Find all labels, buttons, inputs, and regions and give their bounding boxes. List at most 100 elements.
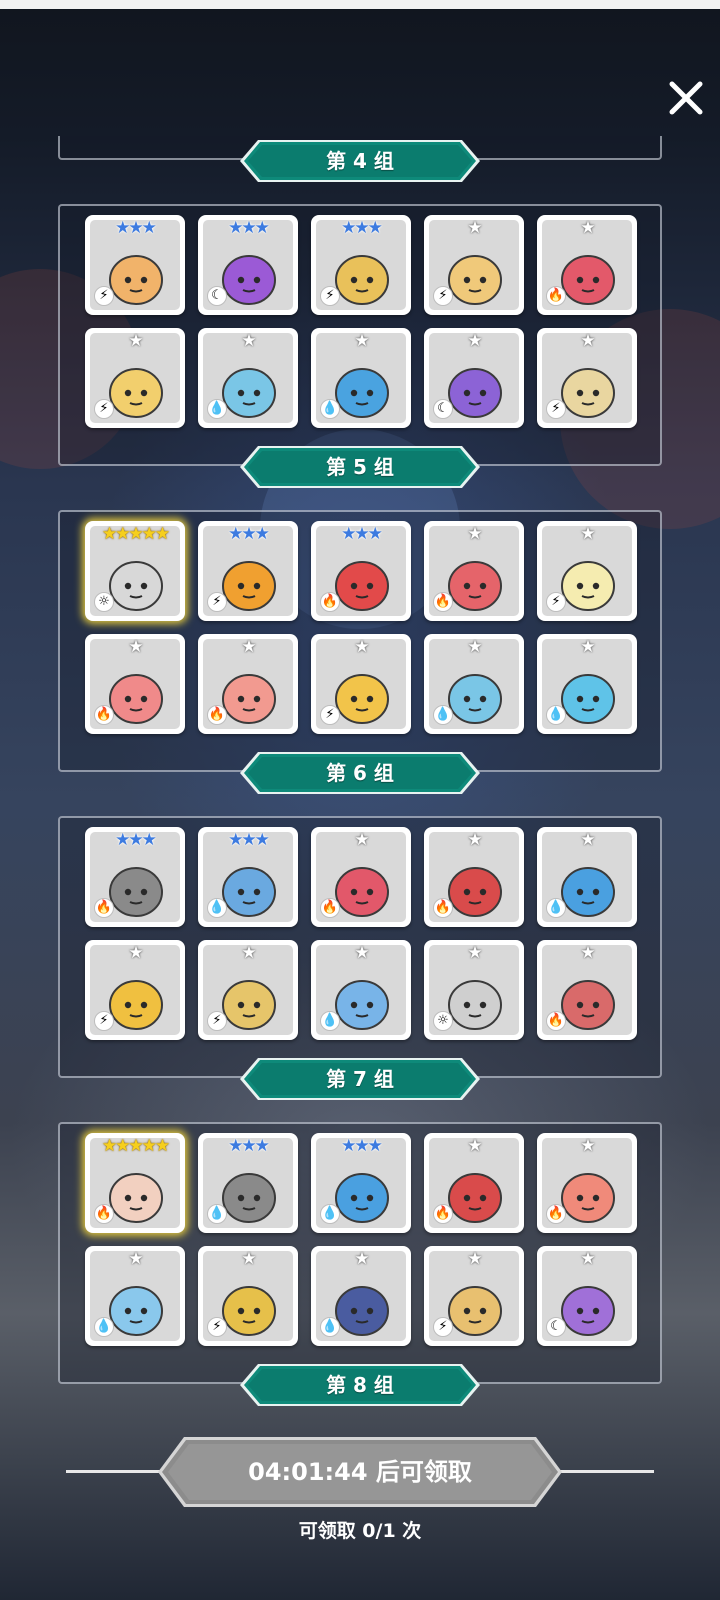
hero-card[interactable]: ★ 💧 bbox=[85, 1246, 185, 1346]
hero-card[interactable]: ★ ⚡ bbox=[85, 328, 185, 428]
hero-card[interactable]: ★ 💧 bbox=[198, 328, 298, 428]
hero-card[interactable]: ★ ⚡ bbox=[311, 634, 411, 734]
star-rating: ★ bbox=[580, 639, 595, 657]
hero-card[interactable]: ★ 💧 bbox=[311, 1246, 411, 1346]
hero-card[interactable]: ★ ☾ bbox=[537, 1246, 637, 1346]
water-element-icon: 💧 bbox=[320, 1011, 340, 1031]
fire-element-icon: 🔥 bbox=[320, 592, 340, 612]
hero-card[interactable]: ★ ⚡ bbox=[198, 940, 298, 1040]
star-rating: ★ bbox=[354, 1251, 369, 1269]
star-rating: ★ bbox=[128, 333, 143, 351]
star-rating: ★ bbox=[128, 1251, 143, 1269]
hero-card[interactable]: ★ 🔥 bbox=[424, 1133, 524, 1233]
star-rating: ★★★★★ bbox=[101, 526, 170, 544]
star-rating: ★ bbox=[467, 639, 482, 657]
lightning-element-icon: ⚡ bbox=[94, 1011, 114, 1031]
water-element-icon: 💧 bbox=[207, 399, 227, 419]
group-banner: 第 5 组 bbox=[240, 446, 480, 488]
hero-card[interactable]: ★ 🔥 bbox=[198, 634, 298, 734]
hero-portrait: ★ 💧 bbox=[203, 333, 293, 423]
hero-grid: ★★★ ⚡ ★★★ ☾ ★★★ ⚡ ★ ⚡ ★ 🔥 ★ ⚡ ★ 💧 ★ 💧 ★ ☾ ★ ⚡ bbox=[85, 215, 637, 428]
fire-element-icon: 🔥 bbox=[433, 592, 453, 612]
group-panel: ★★★ 🔥 ★★★ 💧 ★ 🔥 ★ 🔥 ★ 💧 ★ ⚡ ★ ⚡ ★ 💧 ★ ☼ ★ 🔥 bbox=[58, 816, 662, 1078]
star-rating: ★ bbox=[354, 945, 369, 963]
fire-element-icon: 🔥 bbox=[320, 898, 340, 918]
hero-portrait: ★ ⚡ bbox=[429, 1251, 519, 1341]
hero-portrait: ★ ⚡ bbox=[542, 526, 632, 616]
star-rating: ★ bbox=[241, 1251, 256, 1269]
group-banner: 第 8 组 bbox=[240, 1364, 480, 1406]
hero-portrait: ★★★ 🔥 bbox=[90, 832, 180, 922]
hero-portrait: ★ 🔥 bbox=[542, 1138, 632, 1228]
hero-card[interactable]: ★★★ 💧 bbox=[198, 827, 298, 927]
star-rating: ★ bbox=[467, 1251, 482, 1269]
hero-card[interactable]: ★ 💧 bbox=[311, 328, 411, 428]
hero-card[interactable]: ★★★ ⚡ bbox=[311, 215, 411, 315]
hero-card[interactable]: ★ 🔥 bbox=[85, 634, 185, 734]
hero-portrait: ★★★ 💧 bbox=[316, 1138, 406, 1228]
water-element-icon: 💧 bbox=[207, 1204, 227, 1224]
hero-portrait: ★ 🔥 bbox=[429, 526, 519, 616]
hero-portrait: ★ 💧 bbox=[542, 639, 632, 729]
star-rating: ★ bbox=[580, 333, 595, 351]
close-button[interactable] bbox=[664, 76, 708, 120]
hero-card[interactable]: ★ ⚡ bbox=[537, 521, 637, 621]
hero-card[interactable]: ★ ⚡ bbox=[85, 940, 185, 1040]
claim-button[interactable]: 04:01:44 后可领取 bbox=[158, 1437, 562, 1507]
hero-card[interactable]: ★ 💧 bbox=[537, 827, 637, 927]
hero-card[interactable]: ★ ⚡ bbox=[198, 1246, 298, 1346]
star-rating: ★★★ bbox=[228, 220, 270, 238]
water-element-icon: 💧 bbox=[207, 898, 227, 918]
hero-card[interactable]: ★★★ 🔥 bbox=[311, 521, 411, 621]
hero-grid: ★★★ 🔥 ★★★ 💧 ★ 🔥 ★ 🔥 ★ 💧 ★ ⚡ ★ ⚡ ★ 💧 ★ ☼ ★ 🔥 bbox=[85, 827, 637, 1040]
hero-portrait: ★ 💧 bbox=[316, 945, 406, 1035]
moon-element-icon: ☾ bbox=[207, 286, 227, 306]
star-rating: ★★★ bbox=[228, 526, 270, 544]
hero-card[interactable]: ★★★ ⚡ bbox=[198, 521, 298, 621]
hero-portrait: ★ ⚡ bbox=[542, 333, 632, 423]
hero-card[interactable]: ★ ☾ bbox=[424, 328, 524, 428]
hero-portrait: ★ 🔥 bbox=[542, 945, 632, 1035]
hero-portrait: ★ ⚡ bbox=[429, 220, 519, 310]
water-element-icon: 💧 bbox=[546, 705, 566, 725]
star-rating: ★ bbox=[580, 1251, 595, 1269]
hero-card[interactable]: ★ 🔥 bbox=[424, 827, 524, 927]
fire-element-icon: 🔥 bbox=[94, 1204, 114, 1224]
hero-card[interactable]: ★ 🔥 bbox=[537, 940, 637, 1040]
group-panel: ★★★ ⚡ ★★★ ☾ ★★★ ⚡ ★ ⚡ ★ 🔥 ★ ⚡ ★ 💧 ★ 💧 ★ ☾ ★ ⚡ bbox=[58, 204, 662, 466]
hero-card[interactable]: ★★★★★ ☼ bbox=[85, 521, 185, 621]
status-strip bbox=[0, 0, 720, 9]
hero-card[interactable]: ★★★ 💧 bbox=[311, 1133, 411, 1233]
hero-portrait: ★★★ ⚡ bbox=[316, 220, 406, 310]
hero-card[interactable]: ★ 💧 bbox=[537, 634, 637, 734]
group-banner-label: 第 6 组 bbox=[326, 761, 394, 785]
hero-card[interactable]: ★★★ ☾ bbox=[198, 215, 298, 315]
hero-card[interactable]: ★ 🔥 bbox=[537, 1133, 637, 1233]
star-rating: ★ bbox=[467, 333, 482, 351]
hero-card[interactable]: ★ ⚡ bbox=[424, 215, 524, 315]
hero-card[interactable]: ★★★ 💧 bbox=[198, 1133, 298, 1233]
star-rating: ★ bbox=[580, 945, 595, 963]
star-rating: ★★★ bbox=[115, 832, 157, 850]
sun-element-icon: ☼ bbox=[433, 1011, 453, 1031]
hero-card[interactable]: ★★★ ⚡ bbox=[85, 215, 185, 315]
hero-card[interactable]: ★ 💧 bbox=[424, 634, 524, 734]
star-rating: ★ bbox=[580, 832, 595, 850]
lightning-element-icon: ⚡ bbox=[207, 1011, 227, 1031]
group-banner-label: 第 4 组 bbox=[326, 149, 394, 173]
hero-card[interactable]: ★★★★★ 🔥 bbox=[85, 1133, 185, 1233]
hero-card[interactable]: ★ ☼ bbox=[424, 940, 524, 1040]
hero-card[interactable]: ★ ⚡ bbox=[424, 1246, 524, 1346]
star-rating: ★ bbox=[241, 639, 256, 657]
hero-card[interactable]: ★ ⚡ bbox=[537, 328, 637, 428]
star-rating: ★★★ bbox=[341, 526, 383, 544]
hero-portrait: ★★★ ⚡ bbox=[203, 526, 293, 616]
hero-card[interactable]: ★ 🔥 bbox=[424, 521, 524, 621]
star-rating: ★ bbox=[467, 832, 482, 850]
lightning-element-icon: ⚡ bbox=[433, 286, 453, 306]
moon-element-icon: ☾ bbox=[433, 399, 453, 419]
hero-card[interactable]: ★★★ 🔥 bbox=[85, 827, 185, 927]
hero-card[interactable]: ★ 💧 bbox=[311, 940, 411, 1040]
hero-card[interactable]: ★ 🔥 bbox=[537, 215, 637, 315]
hero-card[interactable]: ★ 🔥 bbox=[311, 827, 411, 927]
